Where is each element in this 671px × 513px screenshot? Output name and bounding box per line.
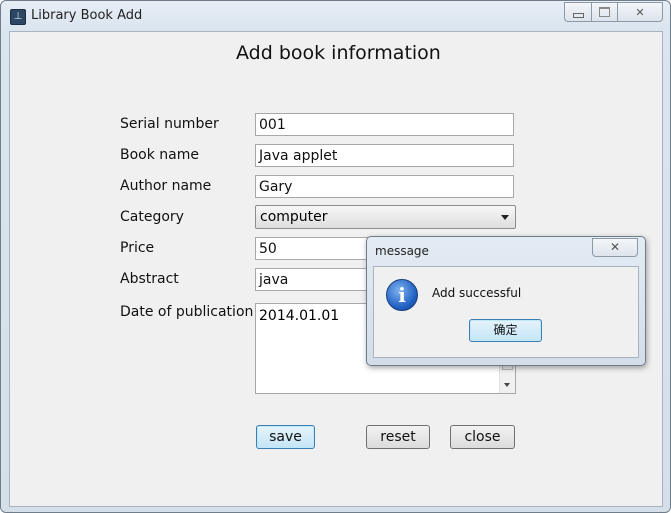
save-button[interactable]: save xyxy=(256,425,315,449)
window-controls: ✕ xyxy=(564,2,663,22)
window-title: Library Book Add xyxy=(31,8,143,23)
price-label: Price xyxy=(120,240,155,256)
category-label: Category xyxy=(120,209,184,225)
scroll-down-icon[interactable] xyxy=(504,383,510,387)
reset-button[interactable]: reset xyxy=(366,425,430,449)
author-name-label: Author name xyxy=(120,178,212,194)
close-window-button[interactable]: ✕ xyxy=(617,2,663,22)
date-of-publication-label: Date of publication xyxy=(120,304,254,320)
ok-button[interactable]: 确定 xyxy=(469,319,542,342)
info-icon: i xyxy=(386,279,418,311)
close-icon: ✕ xyxy=(635,5,645,19)
book-name-label: Book name xyxy=(120,147,199,163)
app-icon: ⊥ xyxy=(10,9,26,25)
chevron-down-icon[interactable] xyxy=(501,215,509,220)
title-bar[interactable]: ⊥ Library Book Add ✕ xyxy=(1,1,670,31)
dialog-close-button[interactable]: ✕ xyxy=(592,238,638,257)
dialog-body: i Add successful 确定 xyxy=(373,266,639,358)
serial-number-input[interactable]: 001 xyxy=(255,113,514,136)
abstract-label: Abstract xyxy=(120,271,179,287)
maximize-button[interactable] xyxy=(591,2,617,22)
minimize-button[interactable] xyxy=(564,2,591,22)
author-name-input[interactable]: Gary xyxy=(255,175,514,198)
close-icon: ✕ xyxy=(609,240,621,254)
category-select[interactable]: computer xyxy=(255,205,516,229)
category-value: computer xyxy=(260,209,328,225)
book-name-input[interactable]: Java applet xyxy=(255,144,514,167)
serial-number-label: Serial number xyxy=(120,116,219,132)
close-button[interactable]: close xyxy=(450,425,515,449)
minimize-icon xyxy=(572,12,584,18)
message-dialog: message ✕ i Add successful 确定 xyxy=(366,236,646,366)
page-title: Add book information xyxy=(236,42,441,64)
dialog-title: message xyxy=(375,244,429,258)
date-of-publication-value: 2014.01.01 xyxy=(259,308,340,324)
maximize-icon xyxy=(599,7,610,17)
dialog-message: Add successful xyxy=(432,286,522,300)
